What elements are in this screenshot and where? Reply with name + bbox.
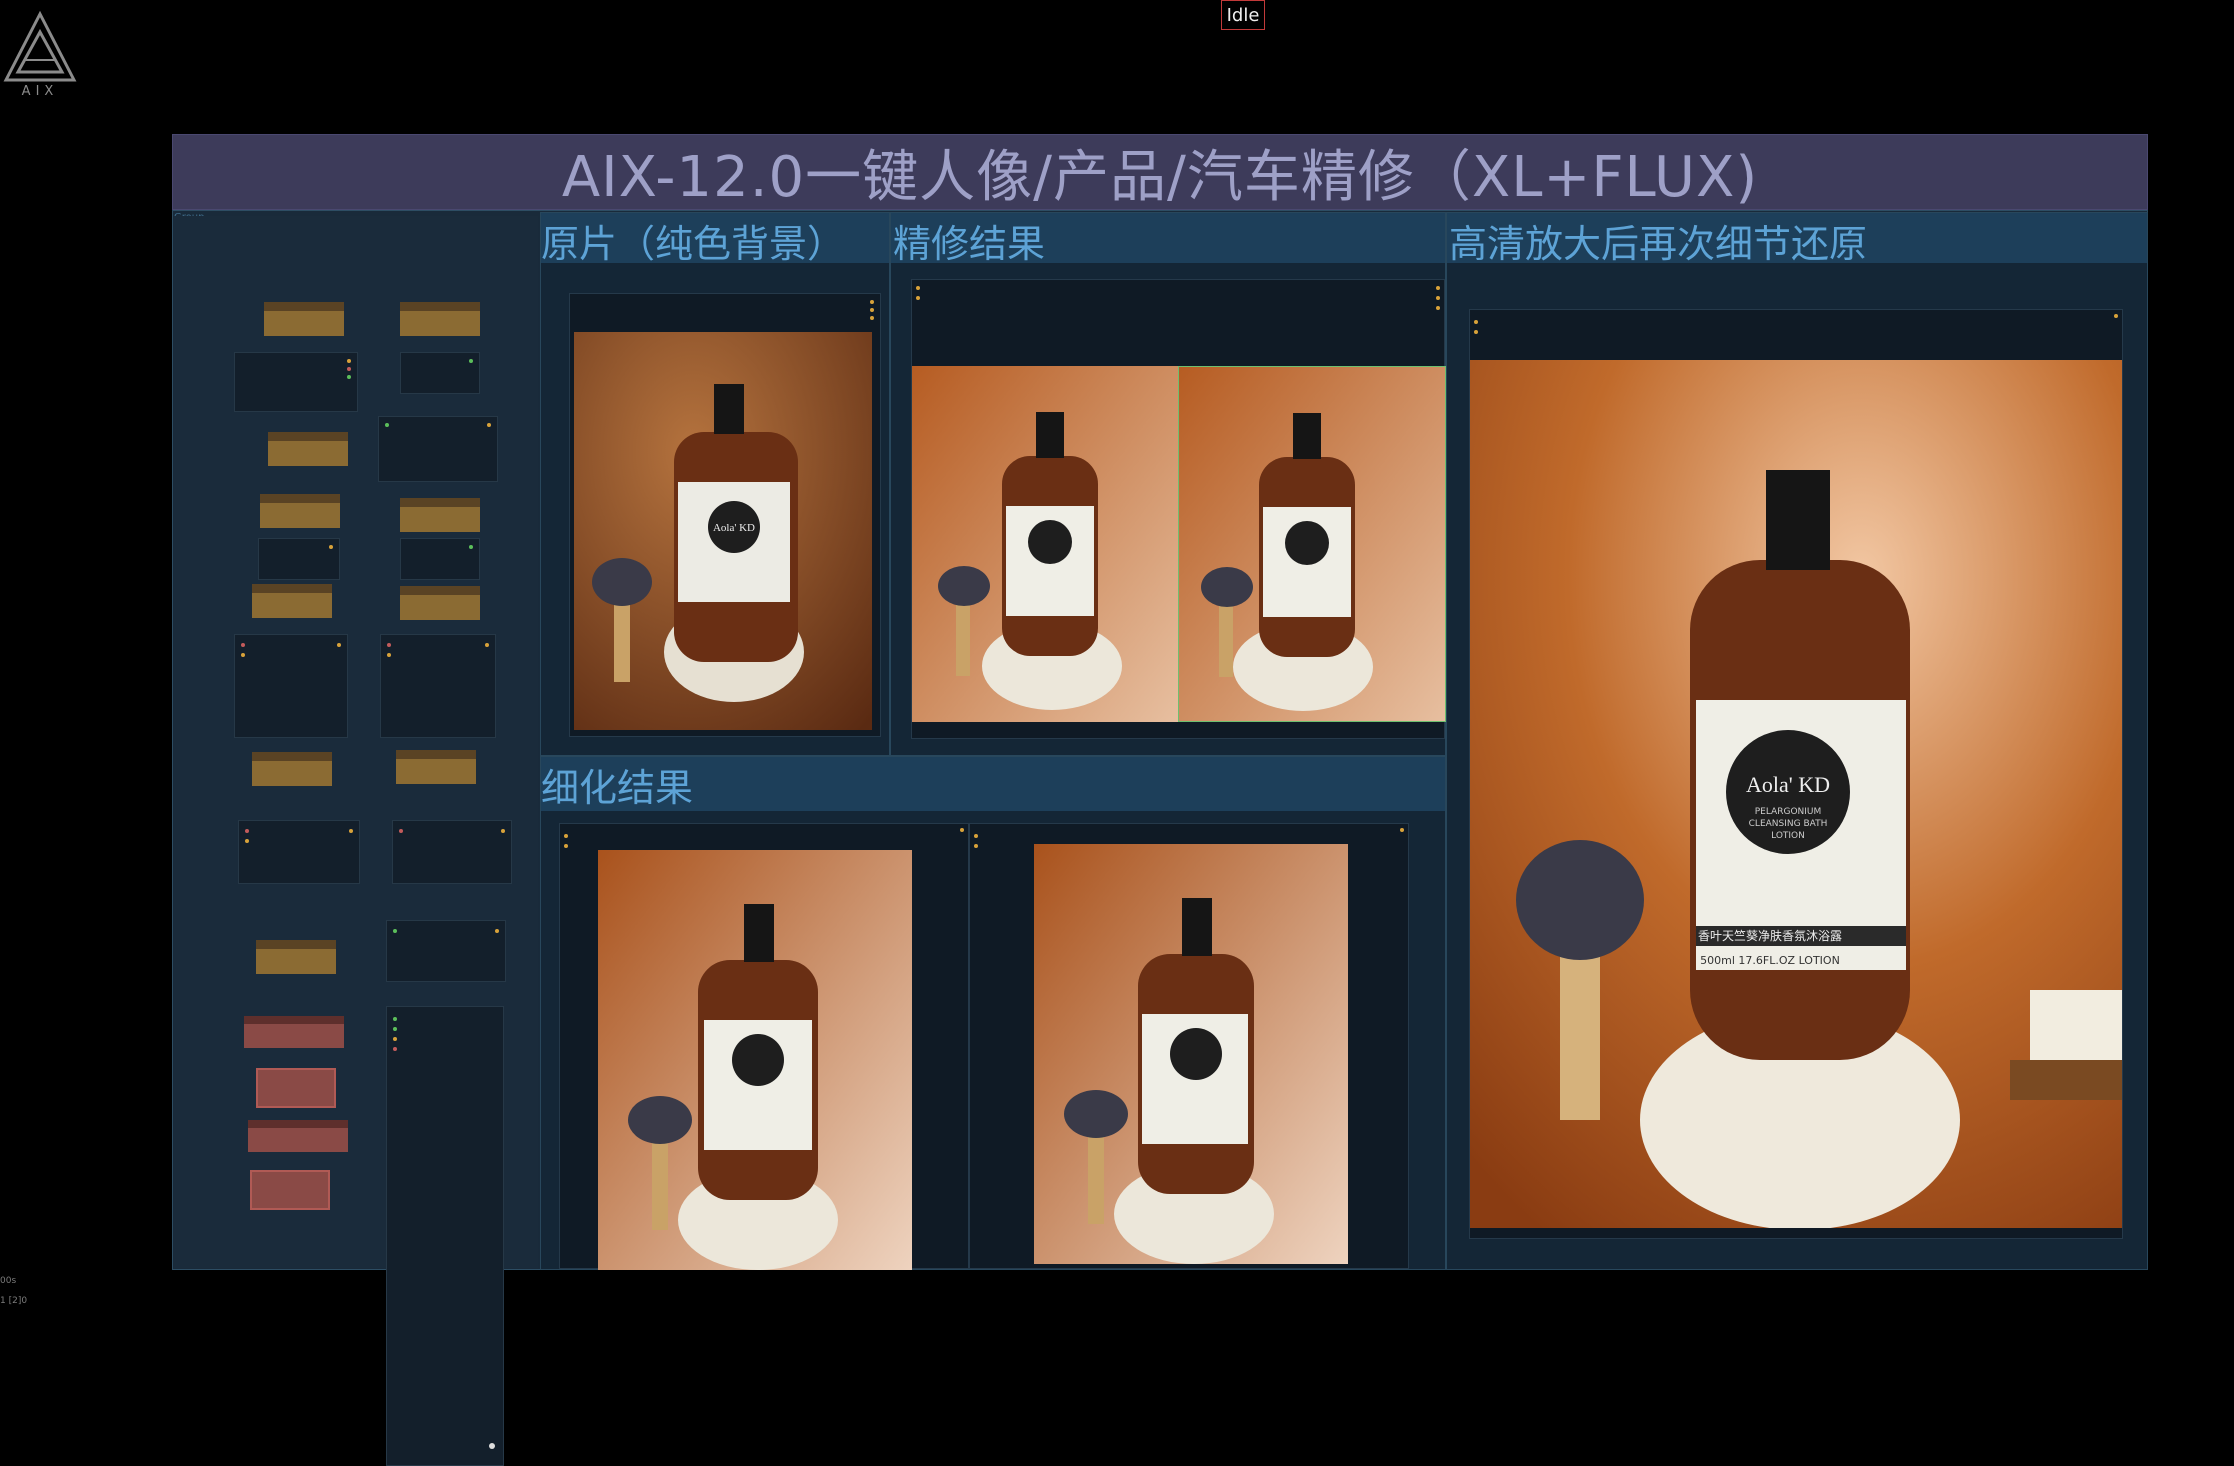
gold-node-8[interactable] bbox=[252, 752, 332, 786]
retouch-photo-b bbox=[1178, 366, 1446, 722]
left-node-panel bbox=[174, 216, 538, 1466]
product-photo-image bbox=[1034, 844, 1348, 1264]
logo-mark-icon bbox=[3, 10, 77, 82]
gold-node-10[interactable] bbox=[256, 940, 336, 974]
load-image-node[interactable]: Aola' KD bbox=[569, 293, 881, 737]
gold-node-6[interactable] bbox=[252, 584, 332, 618]
upscale-label-line1: PELARGONIUM bbox=[1755, 807, 1822, 817]
footer-counter: 1 [2]0 bbox=[0, 1296, 28, 1306]
product-photo-image bbox=[598, 850, 912, 1270]
upscale-section[interactable]: 高清放大后再次细节还原 Aola' KD PELARGONIUM CLEANSI… bbox=[1446, 212, 2148, 1270]
product-photo-image bbox=[912, 366, 1178, 722]
original-photo: Aola' KD bbox=[574, 332, 872, 730]
param-node-2[interactable] bbox=[400, 538, 480, 580]
bottle-brand-label: Aola' KD bbox=[713, 522, 755, 534]
param-node-1[interactable] bbox=[258, 538, 340, 580]
decode-node-2[interactable] bbox=[392, 820, 512, 884]
workflow-title: AIX-12.0一键人像/产品/汽车精修（XL+FLUX) bbox=[561, 144, 1759, 210]
product-photo-image: Aola' KD bbox=[574, 332, 872, 730]
product-photo-image bbox=[1179, 367, 1445, 721]
upscale-cn-name: 香叶天竺葵净肤香氛沐浴露 bbox=[1698, 928, 1842, 943]
workflow-title-node[interactable]: AIX-12.0一键人像/产品/汽车精修（XL+FLUX) bbox=[172, 134, 2148, 210]
retouch-section[interactable]: 精修结果 bbox=[890, 212, 1446, 756]
aix-logo: AIX bbox=[0, 10, 80, 102]
loader-node-2[interactable] bbox=[400, 352, 480, 394]
original-section[interactable]: 原片（纯色背景） Aola' KD bbox=[540, 212, 890, 756]
queue-status-badge[interactable]: Idle bbox=[1221, 0, 1265, 30]
red-node-4[interactable] bbox=[250, 1170, 330, 1210]
gold-node-7[interactable] bbox=[400, 586, 480, 620]
gold-node-4[interactable] bbox=[260, 494, 340, 528]
gold-node-5[interactable] bbox=[400, 498, 480, 532]
logo-text: AIX bbox=[21, 84, 59, 99]
footer-timing: 00s bbox=[0, 1276, 17, 1286]
refine-section[interactable]: 细化结果 bbox=[540, 756, 1446, 1270]
refine-preview-node-2[interactable] bbox=[969, 823, 1409, 1269]
original-section-title: 原片（纯色背景） bbox=[541, 222, 846, 266]
gold-node-9[interactable] bbox=[396, 750, 476, 784]
product-photo-image: Aola' KD PELARGONIUM CLEANSING BATH LOTI… bbox=[1470, 360, 2122, 1228]
upscale-section-title: 高清放大后再次细节还原 bbox=[1449, 222, 1868, 266]
image-compare-node[interactable] bbox=[911, 279, 1446, 739]
upscale-photo: Aola' KD PELARGONIUM CLEANSING BATH LOTI… bbox=[1470, 360, 2122, 1228]
decode-node-1[interactable] bbox=[238, 820, 360, 884]
retouch-section-title: 精修结果 bbox=[893, 222, 1046, 266]
upscale-brand-label: Aola' KD bbox=[1746, 772, 1830, 797]
red-node-3[interactable] bbox=[248, 1120, 348, 1152]
loader-node-3[interactable] bbox=[378, 416, 498, 482]
gold-node-2[interactable] bbox=[400, 302, 480, 336]
upscale-label-line2: CLEANSING BATH bbox=[1749, 819, 1828, 829]
loader-node-1[interactable] bbox=[234, 352, 358, 412]
upscale-volume: 500ml 17.6FL.OZ LOTION bbox=[1700, 954, 1840, 967]
red-node-1[interactable] bbox=[244, 1016, 344, 1048]
notes-node[interactable] bbox=[386, 1006, 504, 1466]
gold-node-3[interactable] bbox=[268, 432, 348, 466]
sampler-node-1[interactable] bbox=[234, 634, 348, 738]
upscale-label-line3: LOTION bbox=[1771, 831, 1805, 841]
refine-photo-1 bbox=[598, 850, 912, 1270]
refine-preview-node-1[interactable] bbox=[559, 823, 969, 1270]
sampler-node-2[interactable] bbox=[380, 634, 496, 738]
retouch-photo-a bbox=[912, 366, 1178, 722]
decode-node-3[interactable] bbox=[386, 920, 506, 982]
upscale-preview-node[interactable]: Aola' KD PELARGONIUM CLEANSING BATH LOTI… bbox=[1469, 309, 2123, 1239]
gold-node-1[interactable] bbox=[264, 302, 344, 336]
refine-section-title: 细化结果 bbox=[541, 766, 694, 810]
red-node-2[interactable] bbox=[256, 1068, 336, 1108]
refine-photo-2 bbox=[1034, 844, 1348, 1264]
